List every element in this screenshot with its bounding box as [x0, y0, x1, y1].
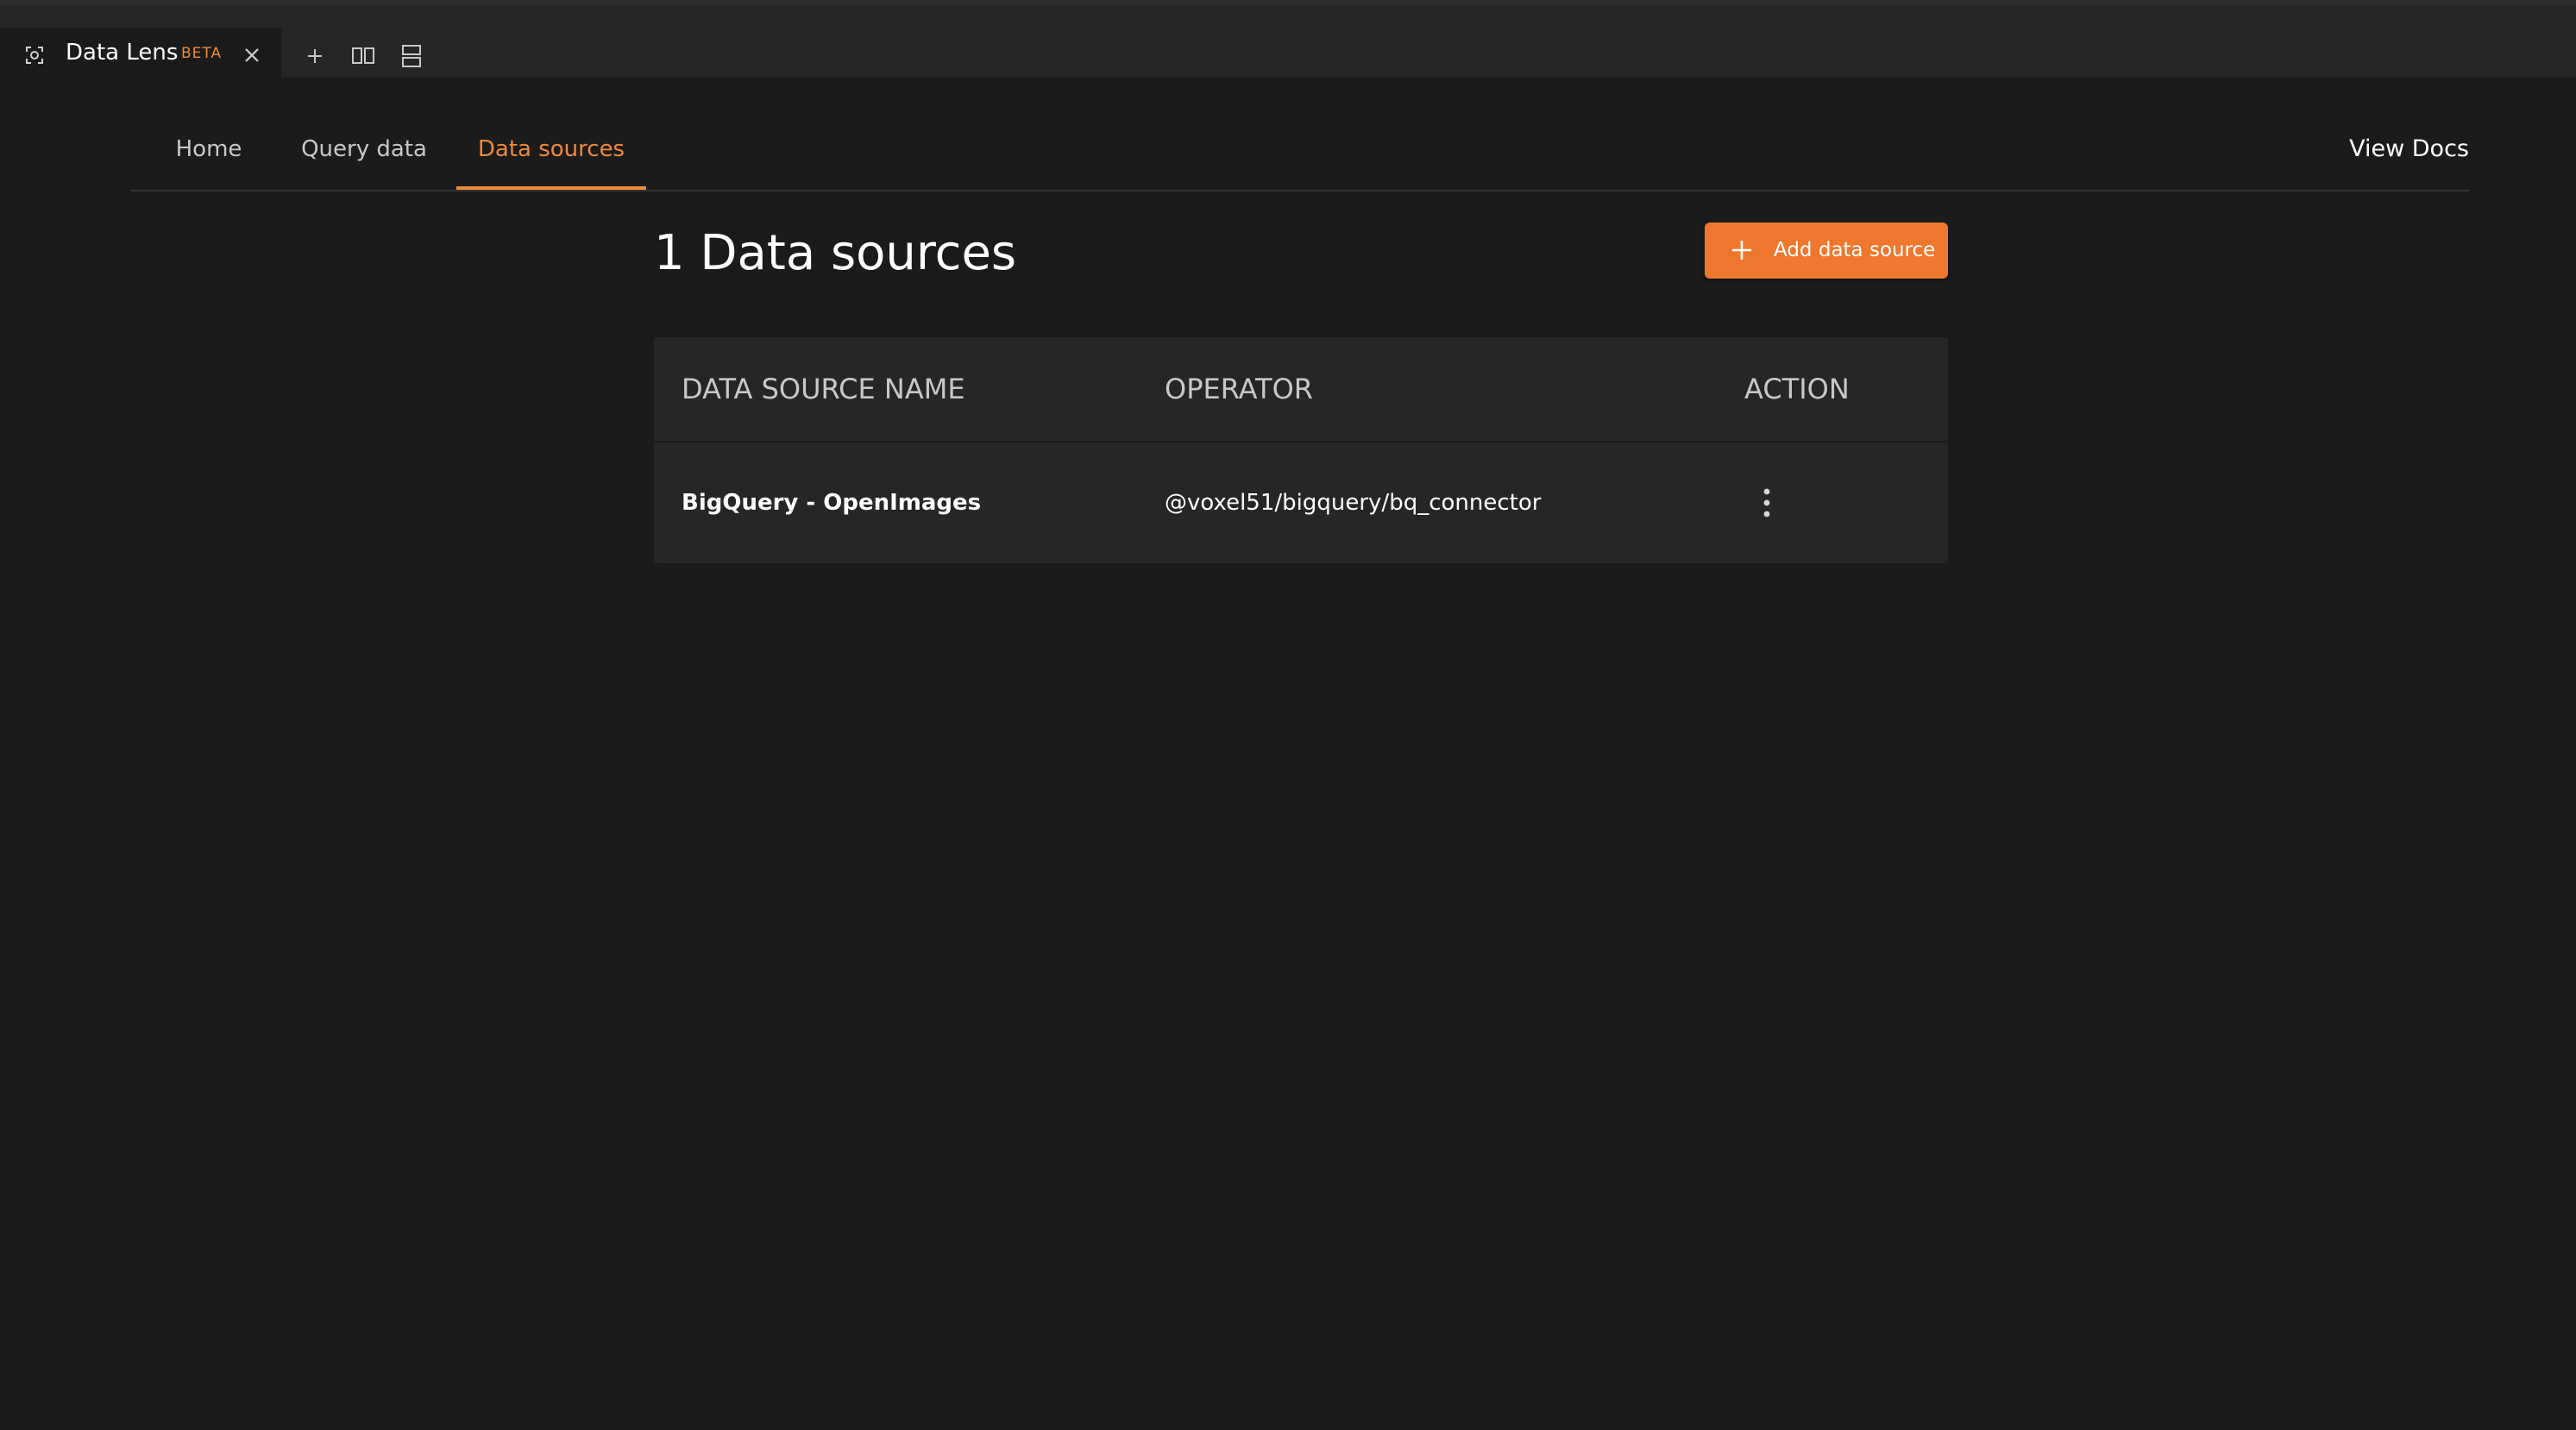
panel-tab-data-lens[interactable]: Data Lens BETA	[0, 28, 281, 78]
data-source-operator: @voxel51/bigquery/bq_connector	[1165, 490, 1542, 516]
tab-query-data[interactable]: Query data	[286, 121, 442, 190]
data-source-name: BigQuery - OpenImages	[682, 490, 982, 516]
add-data-source-label: Add data source	[1774, 239, 1936, 261]
split-vertical-icon[interactable]	[399, 43, 424, 69]
column-header-name: DATA SOURCE NAME	[682, 373, 965, 405]
column-header-operator: OPERATOR	[1165, 373, 1314, 405]
close-icon[interactable]	[242, 45, 262, 66]
add-data-source-button[interactable]: Add data source	[1705, 223, 1948, 279]
tab-home[interactable]: Home	[131, 121, 286, 190]
plus-icon	[1732, 241, 1751, 260]
more-actions-icon[interactable]	[1758, 486, 1775, 520]
panel-tab-title: Data Lens	[66, 40, 179, 66]
page-title: 1 Data sources	[654, 225, 1017, 281]
add-panel-icon[interactable]	[302, 43, 328, 69]
table-header: DATA SOURCE NAME OPERATOR ACTION	[654, 337, 1948, 442]
data-lens-icon	[26, 47, 43, 64]
column-header-action: ACTION	[1744, 373, 1850, 405]
beta-badge: BETA	[181, 45, 223, 62]
data-sources-table: DATA SOURCE NAME OPERATOR ACTION BigQuer…	[654, 337, 1948, 563]
table-row[interactable]: BigQuery - OpenImages @voxel51/bigquery/…	[654, 442, 1948, 563]
split-horizontal-icon[interactable]	[350, 43, 376, 69]
panel-tab-bar	[0, 5, 2576, 78]
tab-data-sources[interactable]: Data sources	[456, 121, 646, 190]
main-nav: Home Query data Data sources View Docs	[131, 121, 2469, 191]
view-docs-link[interactable]: View Docs	[2349, 121, 2469, 178]
